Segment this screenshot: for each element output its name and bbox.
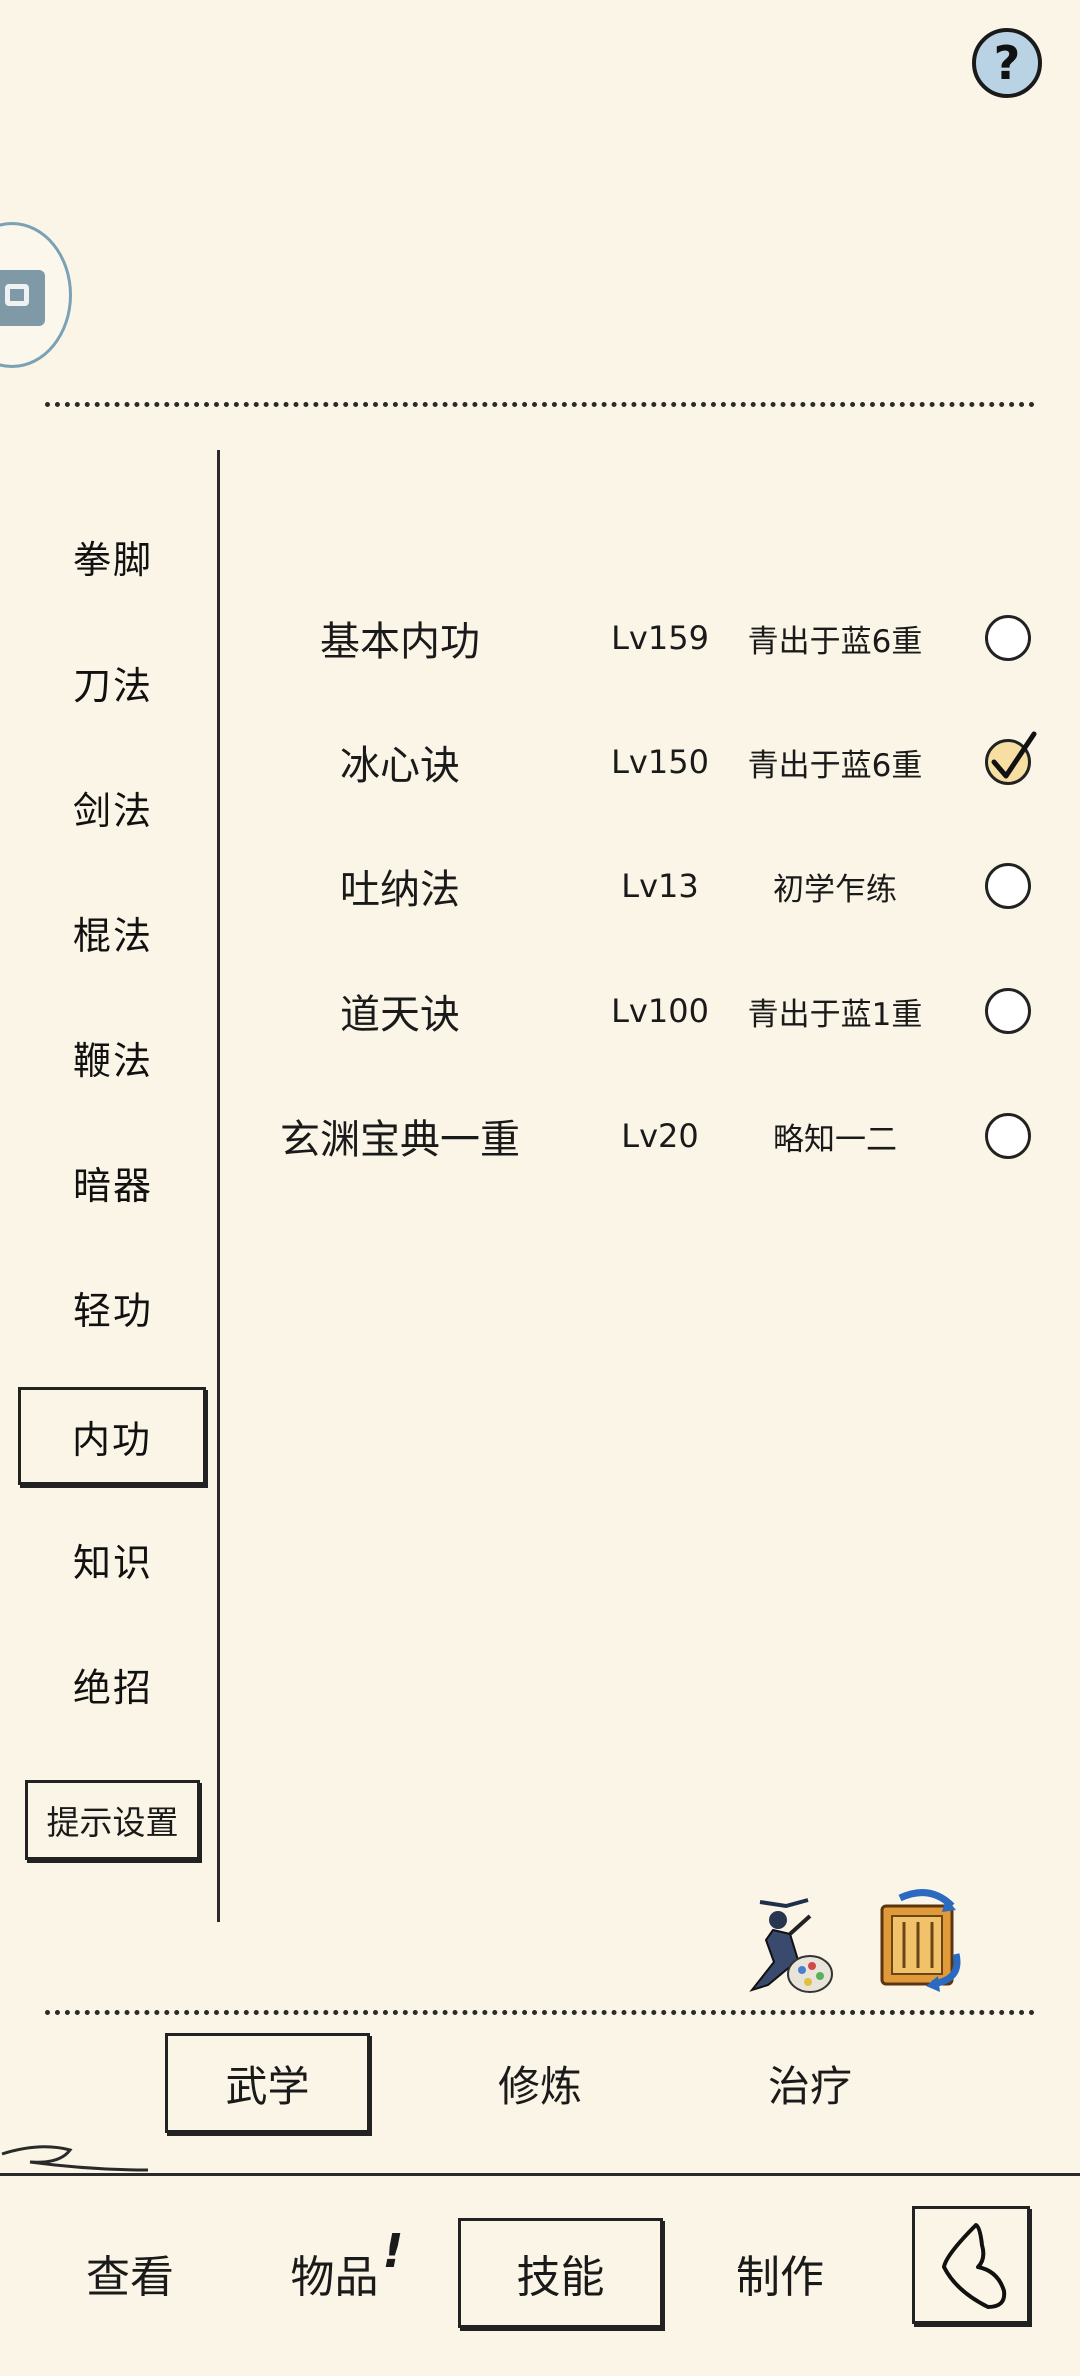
scroll-swap-icon[interactable] (870, 1884, 980, 1994)
skill-name: 冰心诀 (340, 743, 460, 789)
home-icon (0, 270, 45, 326)
category-juezhao[interactable]: 绝招 (18, 1648, 208, 1720)
subtab-zhiliao[interactable]: 治疗 (710, 2033, 910, 2133)
skill-row[interactable]: 玄渊宝典一重 Lv20 略知一二 (240, 1096, 1040, 1176)
help-icon: ? (993, 36, 1021, 90)
nav-wupin-label: 物品 (290, 2252, 379, 2303)
skill-name: 玄渊宝典一重 (280, 1117, 520, 1163)
back-arrow-icon (942, 2223, 1007, 2309)
skill-row[interactable]: 吐纳法 Lv13 初学乍练 (240, 846, 1040, 926)
skill-rank: 青出于蓝6重 (747, 623, 923, 660)
skill-select-radio[interactable] (985, 1113, 1031, 1159)
notification-badge: ! (382, 2224, 404, 2278)
divider (0, 2173, 1080, 2176)
skill-select-radio[interactable] (985, 863, 1031, 909)
category-bianfa[interactable]: 鞭法 (18, 1021, 208, 1093)
help-button[interactable]: ? (972, 28, 1042, 98)
skill-select-radio[interactable] (985, 988, 1031, 1034)
nav-chakan[interactable]: 查看 (40, 2218, 220, 2328)
skill-rank: 初学乍练 (773, 871, 897, 908)
category-quanjiao[interactable]: 拳脚 (18, 520, 208, 592)
category-gunfa[interactable]: 棍法 (18, 896, 208, 968)
skill-row[interactable]: 冰心诀 Lv150 青出于蓝6重 (240, 722, 1040, 802)
category-anqi[interactable]: 暗器 (18, 1146, 208, 1218)
skill-select-radio[interactable] (985, 615, 1031, 661)
checkmark-icon (991, 731, 1037, 779)
divider (45, 402, 1035, 407)
nav-wupin[interactable]: 物品 ! (255, 2218, 435, 2328)
skill-name: 基本内功 (320, 619, 480, 665)
category-jianfa[interactable]: 剑法 (18, 771, 208, 843)
divider (45, 2010, 1035, 2015)
hint-settings-button[interactable]: 提示设置 (25, 1780, 200, 1860)
skill-select-radio[interactable] (985, 731, 1037, 785)
nav-jineng[interactable]: 技能 (458, 2218, 663, 2328)
skill-rank: 青出于蓝1重 (747, 996, 923, 1033)
category-neigong[interactable]: 内功 (18, 1387, 206, 1485)
skill-rank: 略知一二 (773, 1121, 897, 1158)
subtab-xiulian[interactable]: 修炼 (440, 2033, 640, 2133)
skill-name: 吐纳法 (340, 867, 460, 913)
category-daofa[interactable]: 刀法 (18, 646, 208, 718)
subtab-wuxue[interactable]: 武学 (165, 2033, 370, 2133)
nav-divider (217, 450, 220, 1922)
skill-name: 道天诀 (340, 992, 460, 1038)
skill-rank: 青出于蓝6重 (747, 747, 923, 784)
skill-row[interactable]: 基本内功 Lv159 青出于蓝6重 (240, 598, 1040, 678)
nav-zhizuo[interactable]: 制作 (690, 2218, 870, 2328)
back-button[interactable] (912, 2206, 1030, 2324)
avatar[interactable] (0, 222, 72, 368)
category-zhishi[interactable]: 知识 (18, 1523, 208, 1595)
skill-row[interactable]: 道天诀 Lv100 青出于蓝1重 (240, 971, 1040, 1051)
martial-artist-palette-icon[interactable] (738, 1890, 848, 2000)
category-qinggong[interactable]: 轻功 (18, 1271, 208, 1343)
